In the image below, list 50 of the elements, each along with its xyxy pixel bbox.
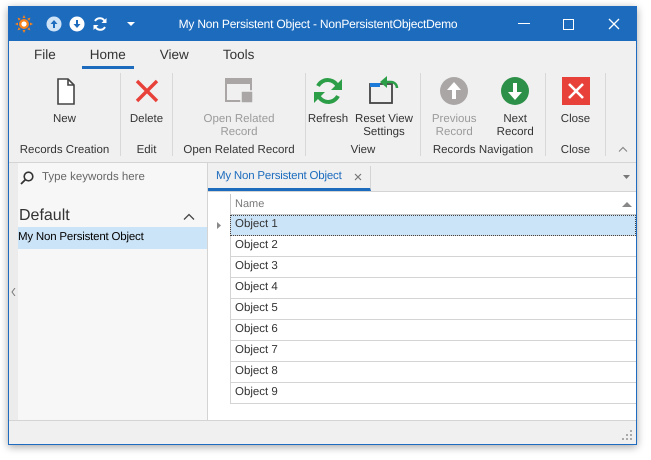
refresh-icon	[312, 75, 344, 107]
table-cell[interactable]: Object 7	[230, 341, 636, 362]
search-field[interactable]: Type keywords here	[40, 168, 190, 188]
caret-icon[interactable]	[127, 22, 135, 26]
ribbon-tab[interactable]: View	[152, 46, 197, 69]
sort-ascending-icon	[622, 202, 632, 206]
ribbon-tab[interactable]: Tools	[214, 46, 262, 69]
minimize-icon	[518, 23, 530, 25]
new-button[interactable]: New	[44, 73, 84, 143]
table-cell[interactable]: Object 2	[230, 236, 636, 257]
resize-grip-icon[interactable]	[622, 430, 632, 440]
table-cell[interactable]: Object 8	[230, 362, 636, 383]
table-cell[interactable]: Object 6	[230, 320, 636, 341]
collapse-icon[interactable]	[11, 288, 16, 296]
close-icon[interactable]	[354, 173, 362, 181]
ribbon-tab[interactable]: File	[26, 46, 64, 69]
arrow-down-icon[interactable]	[69, 16, 85, 32]
table-cell[interactable]: Object 4	[230, 278, 636, 299]
window-title: My Non Persistent Object - NonPersistentObjectDemo	[178, 16, 458, 33]
maximize-icon	[563, 18, 574, 30]
table-cell[interactable]: Object 1	[230, 215, 636, 236]
table-cell[interactable]: Object 9	[230, 383, 636, 404]
search-icon	[20, 171, 34, 185]
group-label: Close	[560, 143, 592, 157]
close-icon	[560, 75, 592, 107]
table-cell[interactable]: Object 3	[230, 257, 636, 278]
app-logo-icon	[15, 15, 33, 33]
refresh-icon[interactable]	[92, 16, 108, 32]
arrow-up-icon[interactable]	[46, 16, 62, 32]
group-label: View	[350, 143, 376, 157]
table-cell[interactable]: Object 5	[230, 299, 636, 320]
reset-button[interactable]: Reset View Settings	[350, 73, 418, 143]
chevron-up-icon	[183, 212, 195, 220]
arrow-down-icon	[499, 75, 532, 107]
navigation-item[interactable]: My Non Persistent Object	[18, 227, 207, 249]
group-label: Open Related Record	[182, 143, 296, 157]
delete-button[interactable]: Delete	[126, 73, 166, 143]
close-button[interactable]: Close	[556, 73, 596, 143]
group-label: Records Creation	[18, 143, 110, 157]
collapse-ribbon-icon[interactable]	[618, 146, 628, 152]
group-header[interactable]: Default	[18, 205, 207, 227]
close-icon	[608, 18, 620, 30]
group-label: Records Navigation	[432, 143, 534, 157]
window-arrow-icon	[367, 75, 401, 107]
refresh-button[interactable]: Refresh	[308, 73, 348, 143]
dropdown-icon[interactable]	[623, 175, 630, 179]
next-button[interactable]: Next Record	[487, 73, 543, 143]
arrow-up-icon	[438, 75, 470, 107]
group-label: Edit	[136, 143, 158, 157]
ribbon-tab[interactable]: Home	[82, 46, 134, 69]
